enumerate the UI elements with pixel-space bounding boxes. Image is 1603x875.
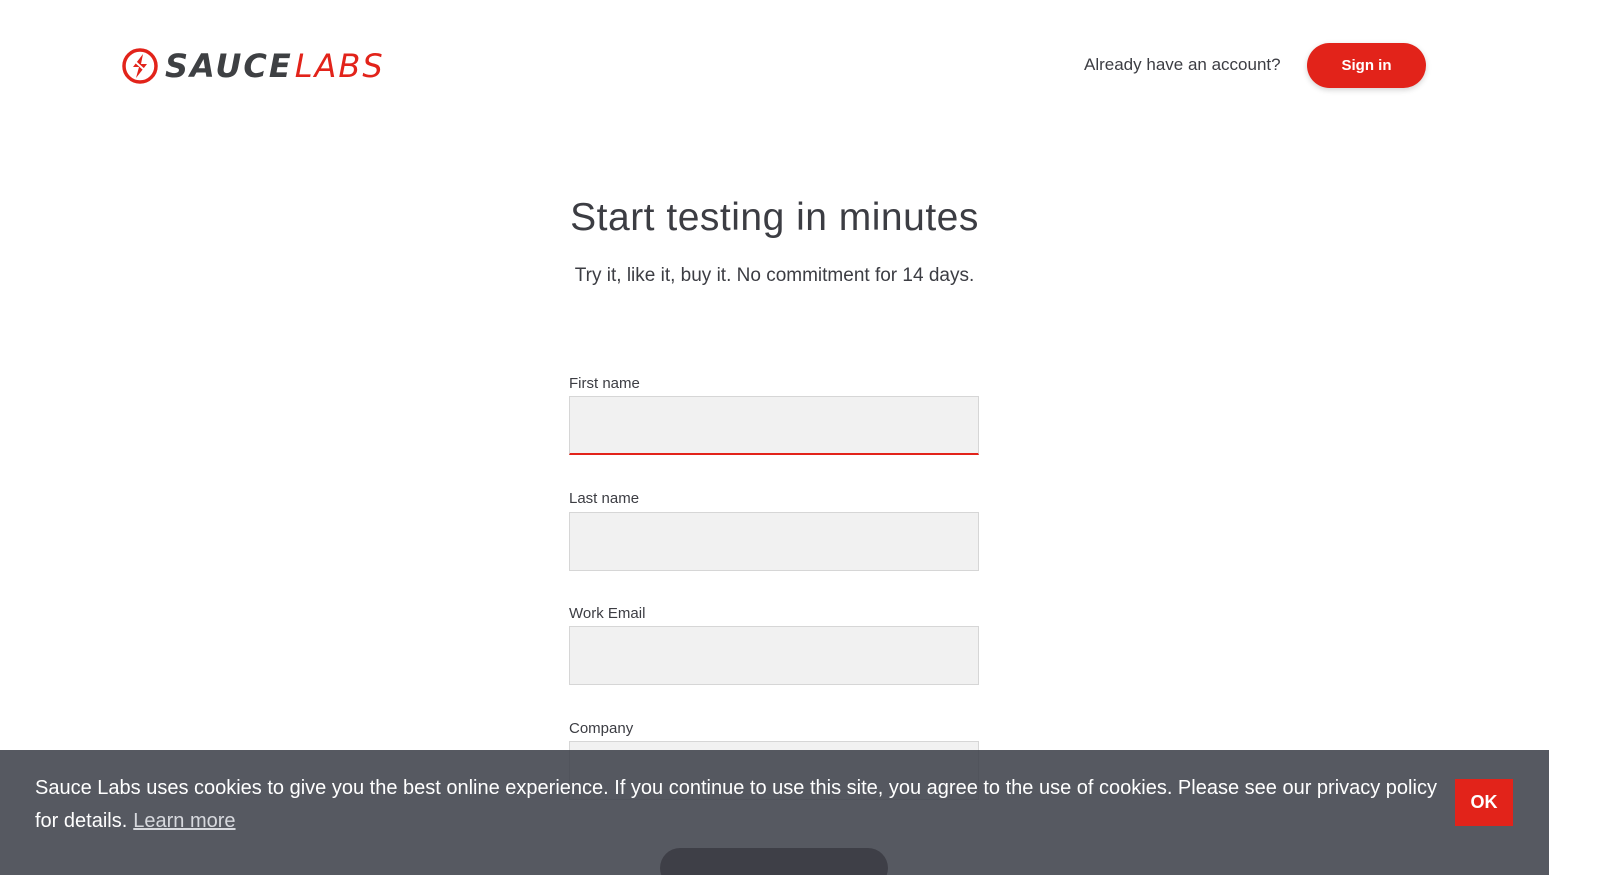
cookie-message-block: Sauce Labs uses cookies to give you the … (35, 772, 1445, 838)
sign-in-button[interactable]: Sign in (1307, 43, 1426, 88)
page-title: Start testing in minutes (570, 196, 979, 239)
learn-more-link[interactable]: Learn more (133, 810, 235, 832)
account-prompt: Already have an account? (1084, 55, 1281, 74)
work-email-input[interactable] (569, 626, 979, 685)
last-name-input[interactable] (569, 512, 979, 571)
first-name-label: First name (569, 375, 640, 392)
page-scrollbar[interactable] (1549, 0, 1603, 875)
cookie-banner: Sauce Labs uses cookies to give you the … (0, 750, 1549, 875)
logo-wordmark-secondary: LABS (294, 47, 385, 85)
sauce-labs-logo[interactable]: SAUCE LABS (122, 46, 385, 86)
cookie-ok-button[interactable]: OK (1455, 779, 1513, 826)
signup-page: SAUCE LABS Already have an account? Sign… (0, 0, 1603, 875)
first-name-input[interactable] (569, 396, 979, 455)
last-name-label: Last name (569, 490, 640, 507)
work-email-label: Work Email (569, 605, 646, 622)
logo-wordmark-primary: SAUCE (165, 47, 293, 85)
site-header: SAUCE LABS Already have an account? Sign… (0, 0, 1549, 130)
sauce-labs-bolt-icon (122, 48, 158, 84)
company-label: Company (569, 720, 634, 737)
cookie-message: Sauce Labs uses cookies to give you the … (35, 777, 1437, 832)
page-subtitle: Try it, like it, buy it. No commitment f… (574, 265, 975, 286)
